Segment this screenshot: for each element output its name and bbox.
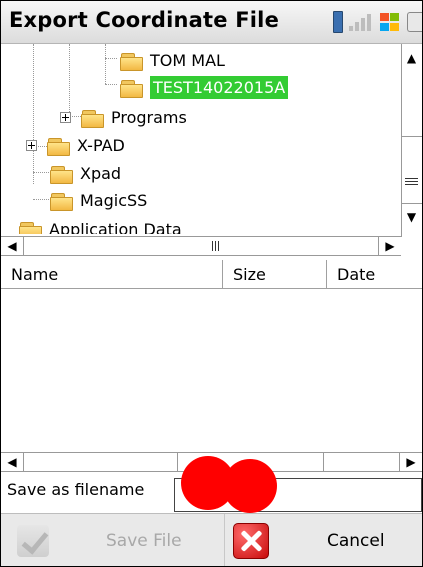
scroll-right-arrow-icon[interactable]: ▶	[378, 237, 401, 255]
folder-icon	[120, 52, 143, 71]
folder-icon	[120, 79, 143, 98]
battery-icon	[333, 11, 343, 33]
scroll-down-arrow-icon[interactable]: ▼	[402, 207, 421, 227]
folder-icon	[50, 192, 73, 211]
tree-item-xpad[interactable]: Xpad	[50, 160, 121, 186]
expand-icon[interactable]	[26, 139, 37, 151]
tree-item-label: MagicSS	[80, 190, 148, 210]
save-file-button[interactable]: Save File	[1, 514, 223, 566]
tree-item-label: Application Data	[49, 219, 182, 235]
close-icon	[233, 522, 269, 559]
button-bar: Save File Cancel	[1, 513, 422, 566]
status-icons	[333, 11, 422, 33]
export-dialog: Export Coordinate File TOM MAL TEST14022…	[0, 0, 423, 567]
redaction-mark	[223, 459, 277, 513]
file-list[interactable]	[1, 289, 422, 451]
cancel-label: Cancel	[327, 530, 385, 551]
tree-item-programs[interactable]: Programs	[60, 104, 187, 130]
tree-item-test14022015a[interactable]: TEST14022015A	[120, 74, 289, 100]
save-file-label: Save File	[106, 530, 182, 551]
signal-icon	[349, 13, 373, 31]
more-icon[interactable]	[407, 12, 422, 32]
tree-item-tom-mal[interactable]: TOM MAL	[120, 47, 225, 73]
tree-vertical-scrollbar[interactable]: ▲ ▼	[401, 44, 422, 237]
column-date[interactable]: Date	[327, 260, 422, 288]
tree-horizontal-scrollbar[interactable]: ◀ ▶	[1, 236, 401, 256]
tree-item-label: Xpad	[80, 163, 122, 183]
tree-item-label: Programs	[111, 107, 187, 127]
checkmark-icon	[17, 524, 49, 557]
tree-item-application-data[interactable]: Application Data	[19, 216, 182, 234]
tree-item-x-pad[interactable]: X-PAD	[26, 132, 125, 158]
expand-icon[interactable]	[60, 111, 71, 123]
cancel-button[interactable]: Cancel	[224, 514, 422, 566]
folder-tree[interactable]: TOM MAL TEST14022015A Programs X-PAD Xpa…	[1, 44, 401, 234]
folder-icon	[50, 165, 73, 184]
tree-item-label: TOM MAL	[150, 50, 225, 70]
tree-item-label-selected: TEST14022015A	[150, 75, 289, 99]
column-size[interactable]: Size	[223, 260, 327, 288]
folder-icon	[47, 137, 70, 156]
scroll-up-arrow-icon[interactable]: ▲	[402, 48, 421, 68]
scroll-left-arrow-icon[interactable]: ◀	[1, 237, 24, 255]
scroll-left-arrow-icon[interactable]: ◀	[1, 453, 24, 471]
tree-item-label: X-PAD	[77, 135, 125, 155]
scroll-thumb[interactable]	[402, 136, 422, 204]
title-bar: Export Coordinate File	[1, 1, 422, 44]
horizontal-scroll-thumb[interactable]	[23, 237, 378, 255]
filename-label: Save as filename	[7, 480, 145, 499]
window-title: Export Coordinate File	[9, 8, 280, 32]
file-list-header: Name Size Date	[1, 260, 422, 289]
scroll-right-arrow-icon[interactable]: ▶	[399, 453, 422, 471]
folder-icon	[81, 109, 104, 128]
column-name[interactable]: Name	[1, 260, 223, 288]
tree-item-magicss[interactable]: MagicSS	[50, 187, 147, 213]
windows-flag-icon[interactable]	[379, 12, 401, 32]
folder-icon	[19, 221, 42, 234]
